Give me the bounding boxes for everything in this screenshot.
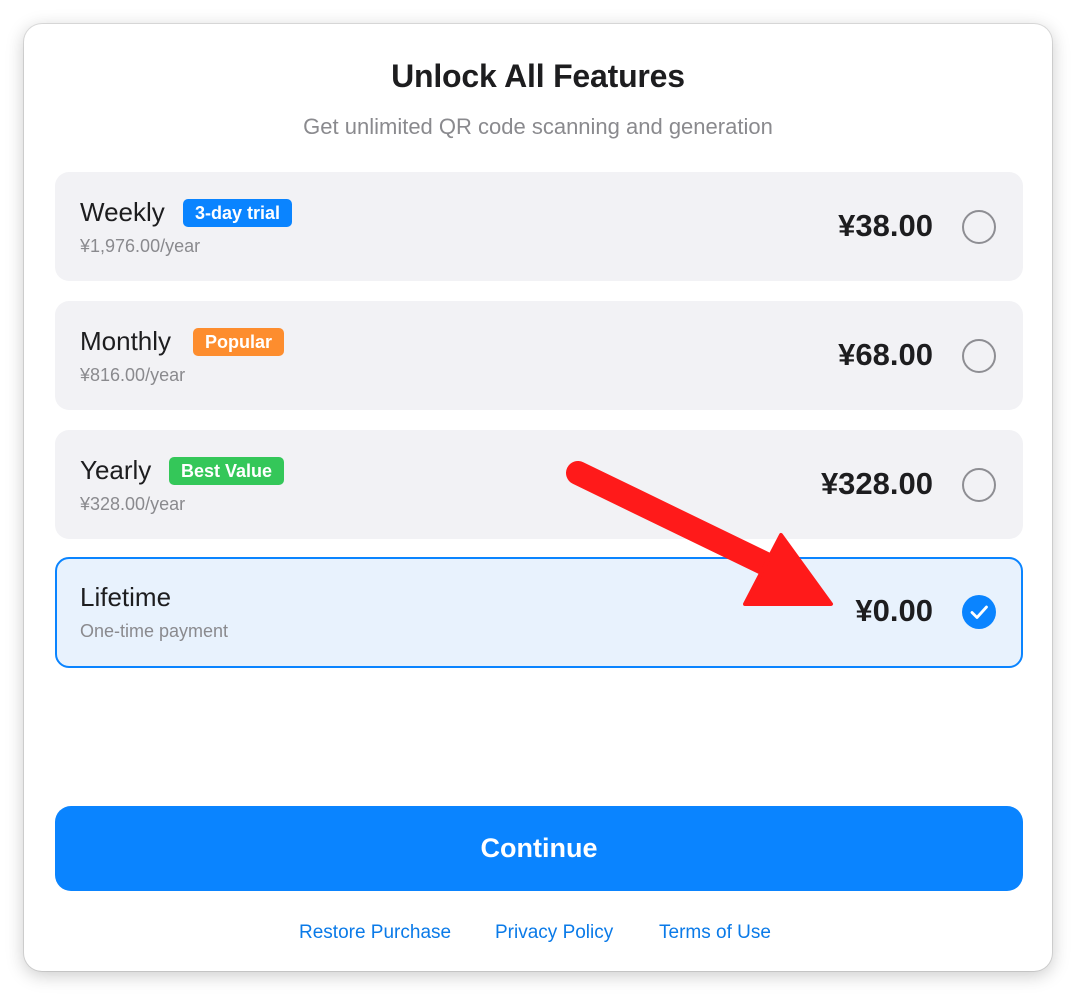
plan-price: ¥68.00 (838, 337, 933, 372)
plan-option-lifetime[interactable]: Lifetime One-time payment ¥0.00 (55, 557, 1023, 668)
plan-price: ¥0.00 (855, 593, 933, 628)
plan-name: Weekly (80, 197, 165, 227)
plan-price: ¥328.00 (820, 466, 933, 501)
plan-badge: 3-day trial (183, 199, 293, 227)
plan-option-monthly[interactable]: Monthly Popular ¥816.00/year ¥68.00 (55, 301, 1023, 410)
plan-yearly-equivalent: ¥328.00/year (80, 494, 186, 514)
checkmark-circle-icon[interactable] (962, 595, 996, 629)
plan-price: ¥38.00 (838, 208, 933, 243)
privacy-policy-link[interactable]: Privacy Policy (495, 922, 613, 944)
restore-purchase-link[interactable]: Restore Purchase (299, 922, 451, 944)
plan-yearly-equivalent: ¥816.00/year (80, 365, 186, 385)
radio-empty-icon[interactable] (962, 339, 996, 373)
plan-option-weekly[interactable]: Weekly 3-day trial ¥1,976.00/year ¥38.00 (55, 172, 1023, 281)
page-subtitle: Get unlimited QR code scanning and gener… (303, 114, 773, 139)
terms-of-use-link[interactable]: Terms of Use (659, 922, 771, 944)
continue-button[interactable]: Continue (55, 806, 1023, 891)
plan-name: Yearly (80, 455, 152, 485)
page-title: Unlock All Features (391, 58, 685, 94)
plan-name: Lifetime (80, 582, 172, 612)
plan-badge: Best Value (169, 457, 285, 485)
radio-empty-icon[interactable] (962, 210, 996, 244)
plan-yearly-equivalent: ¥1,976.00/year (80, 236, 201, 256)
radio-empty-icon[interactable] (962, 468, 996, 502)
plan-option-yearly[interactable]: Yearly Best Value ¥328.00/year ¥328.00 (55, 430, 1023, 539)
plan-name: Monthly (80, 326, 172, 356)
plan-payment-type: One-time payment (80, 621, 229, 641)
plan-badge: Popular (193, 328, 285, 356)
